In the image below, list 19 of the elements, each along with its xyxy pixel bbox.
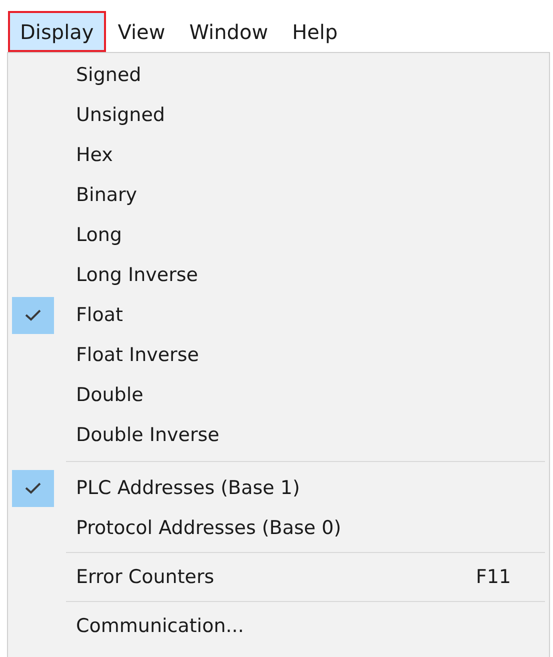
menu-item[interactable]: Float (8, 295, 549, 335)
menu-item[interactable]: Binary (8, 175, 549, 215)
menu-item[interactable]: Signed (8, 55, 549, 95)
menu-item[interactable]: Double (8, 375, 549, 415)
menu-item[interactable]: Float Inverse (8, 335, 549, 375)
menu-item[interactable]: Long (8, 215, 549, 255)
menu-item[interactable]: Long Inverse (8, 255, 549, 295)
menu-item[interactable]: Error Counters F11 (8, 557, 549, 597)
menu-item[interactable]: Double Inverse (8, 415, 549, 455)
menu-bar-item[interactable]: Help (280, 11, 350, 52)
menu-item[interactable]: Protocol Addresses (Base 0) (8, 508, 549, 548)
menu-bar-item[interactable]: Window (177, 11, 280, 52)
menu-bar-item[interactable]: Display (8, 11, 106, 52)
menu-item[interactable]: PLC Addresses (Base 1) (8, 468, 549, 508)
menu-item[interactable]: Hex (8, 135, 549, 175)
menu-bar-item[interactable]: View (106, 11, 178, 52)
menu-item[interactable]: Unsigned (8, 95, 549, 135)
shortcut-label: F11 (476, 564, 511, 590)
menu-item[interactable]: Communication... (8, 606, 549, 646)
